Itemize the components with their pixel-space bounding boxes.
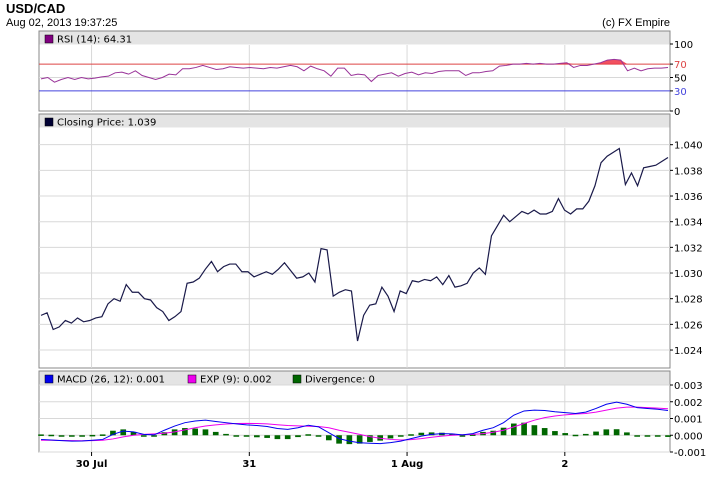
macd-legend-label: Divergence: 0 [305, 375, 375, 386]
divergence-bar [624, 432, 630, 436]
divergence-bar [120, 429, 127, 436]
divergence-bar [233, 435, 240, 437]
price-y-tick-label: 1.024 [674, 346, 703, 357]
price-y-tick-label: 1.038 [674, 166, 703, 177]
macd-legend-swatch [187, 374, 197, 384]
divergence-bar [634, 435, 640, 437]
divergence-bar [665, 435, 671, 437]
divergence-bar [562, 433, 569, 436]
macd-y-tick-label: 0.000 [674, 431, 703, 442]
divergence-bar [99, 434, 106, 436]
divergence-bar [510, 423, 517, 436]
divergence-bar [89, 434, 96, 437]
price-y-tick-label: 1.040 [674, 141, 703, 152]
macd-legend-label: EXP (9): 0.002 [200, 375, 272, 386]
divergence-bar [223, 433, 229, 436]
divergence-bar [325, 435, 332, 441]
price-legend-swatch [44, 117, 54, 127]
x-axis-label: 30 Jul [76, 459, 108, 470]
macd-y-tick-label: -0.001 [674, 448, 706, 459]
divergence-bar [582, 433, 589, 436]
divergence-bar [418, 432, 425, 436]
divergence-bar [38, 434, 44, 436]
divergence-bar [459, 435, 466, 437]
divergence-bar [151, 435, 157, 437]
rsi-y-tick-label: 70 [674, 60, 687, 71]
rsi-y-tick-label: 100 [674, 40, 693, 51]
x-axis-label: 31 [242, 459, 256, 470]
divergence-bar [500, 427, 507, 436]
macd-legend-label: MACD (26, 12): 0.001 [57, 375, 165, 386]
price-y-tick-label: 1.036 [674, 192, 703, 203]
macd-y-tick-label: 0.001 [674, 415, 703, 426]
divergence-bar [48, 434, 55, 437]
rsi-legend-swatch [44, 34, 54, 44]
price-panel [38, 113, 671, 369]
price-y-tick-label: 1.026 [674, 320, 703, 331]
divergence-bar [79, 435, 85, 437]
x-axis-label: 1 Aug [391, 459, 423, 470]
divergence-bar [254, 435, 260, 438]
divergence-bar [531, 425, 538, 436]
divergence-bar [644, 435, 651, 437]
price-y-tick-label: 1.034 [674, 218, 703, 229]
divergence-bar [654, 435, 661, 437]
divergence-bar [387, 435, 394, 439]
rsi-y-tick-label: 30 [674, 87, 687, 98]
divergence-bar [212, 431, 219, 436]
macd-legend-swatch [44, 374, 54, 384]
divergence-bar [264, 435, 270, 438]
divergence-bar [613, 429, 620, 436]
x-axis-label: 2 [561, 459, 568, 470]
divergence-bar [140, 435, 147, 437]
divergence-bar [552, 431, 558, 436]
macd-y-tick-label: 0.003 [674, 381, 703, 392]
price-y-tick-label: 1.030 [674, 269, 703, 280]
macd-y-tick-label: 0.002 [674, 398, 703, 409]
divergence-bar [243, 435, 250, 437]
rsi-legend-label: RSI (14): 64.31 [57, 35, 132, 46]
divergence-bar [315, 435, 322, 437]
divergence-bar [69, 435, 75, 437]
price-legend-label: Closing Price: 1.039 [57, 118, 156, 129]
divergence-bar [274, 435, 281, 440]
divergence-bar [572, 434, 579, 437]
divergence-bar [541, 428, 548, 436]
divergence-bar [346, 435, 353, 445]
divergence-bar [593, 431, 599, 436]
macd-legend-swatch [292, 374, 302, 384]
divergence-bar [305, 434, 312, 436]
divergence-bar [202, 429, 209, 436]
rsi-legend-bar [39, 31, 670, 45]
divergence-bar [192, 428, 199, 436]
divergence-bar [408, 434, 414, 436]
divergence-bar [58, 435, 65, 437]
divergence-bar [284, 435, 291, 440]
rsi-y-tick-label: 50 [674, 74, 687, 85]
divergence-bar [397, 435, 404, 437]
stock-chart: RSI (14): 64.31 100 70 50 30 0 Closing Price: … [38, 30, 706, 470]
divergence-bar [295, 435, 301, 438]
divergence-bar [603, 429, 610, 436]
rsi-y-tick-label: 0 [674, 107, 680, 118]
price-y-tick-label: 1.028 [674, 295, 703, 306]
price-y-tick-label: 1.032 [674, 243, 703, 254]
